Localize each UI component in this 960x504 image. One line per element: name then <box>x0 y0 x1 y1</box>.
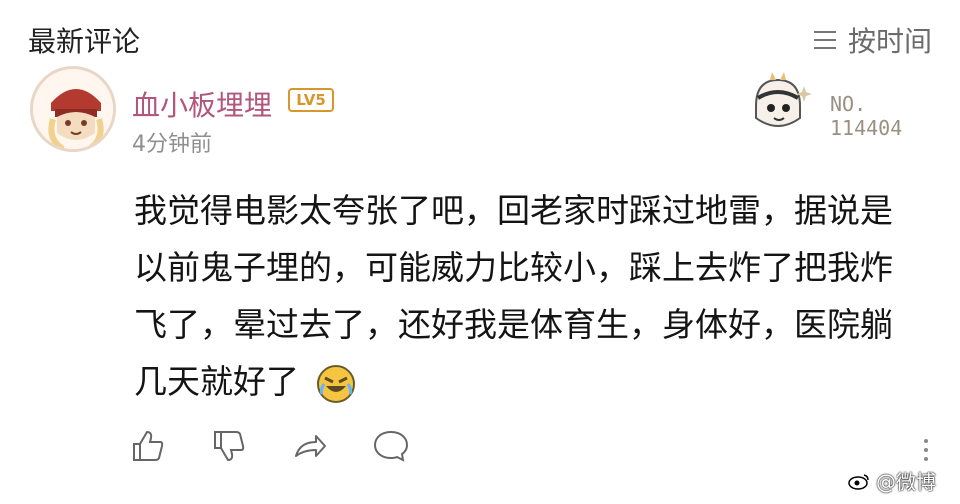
share-icon[interactable] <box>292 428 328 464</box>
comment-time: 4分钟前 <box>132 132 212 157</box>
sort-toggle[interactable]: 按时间 <box>813 20 932 60</box>
collector-badge-icon <box>755 72 812 127</box>
comment-icon[interactable] <box>373 428 409 464</box>
weibo-logo-icon <box>848 473 869 490</box>
badge-number: NO. 114404 <box>830 92 903 140</box>
comment-actions <box>130 428 409 464</box>
laughing-emoji-icon <box>316 364 355 403</box>
username[interactable]: 血小板埋埋 <box>132 84 272 124</box>
watermark: @微博 <box>848 466 936 495</box>
comment-body: 我觉得电影太夸张了吧，回老家时踩过地雷，据说是以前鬼子埋的，可能威力比较小，踩上… <box>134 191 893 401</box>
more-options-icon[interactable] <box>922 436 930 464</box>
menu-lines-icon <box>813 31 836 49</box>
avatar-image <box>36 72 113 149</box>
header-title: 最新评论 <box>28 25 141 58</box>
dislike-icon[interactable] <box>211 428 247 464</box>
like-icon[interactable] <box>130 428 166 464</box>
sort-label: 按时间 <box>847 25 932 58</box>
level-badge: LV5 <box>288 88 334 112</box>
comment-text: 我觉得电影太夸张了吧，回老家时踩过地雷，据说是以前鬼子埋的，可能威力比较小，踩上… <box>134 182 914 410</box>
avatar[interactable] <box>30 66 116 152</box>
